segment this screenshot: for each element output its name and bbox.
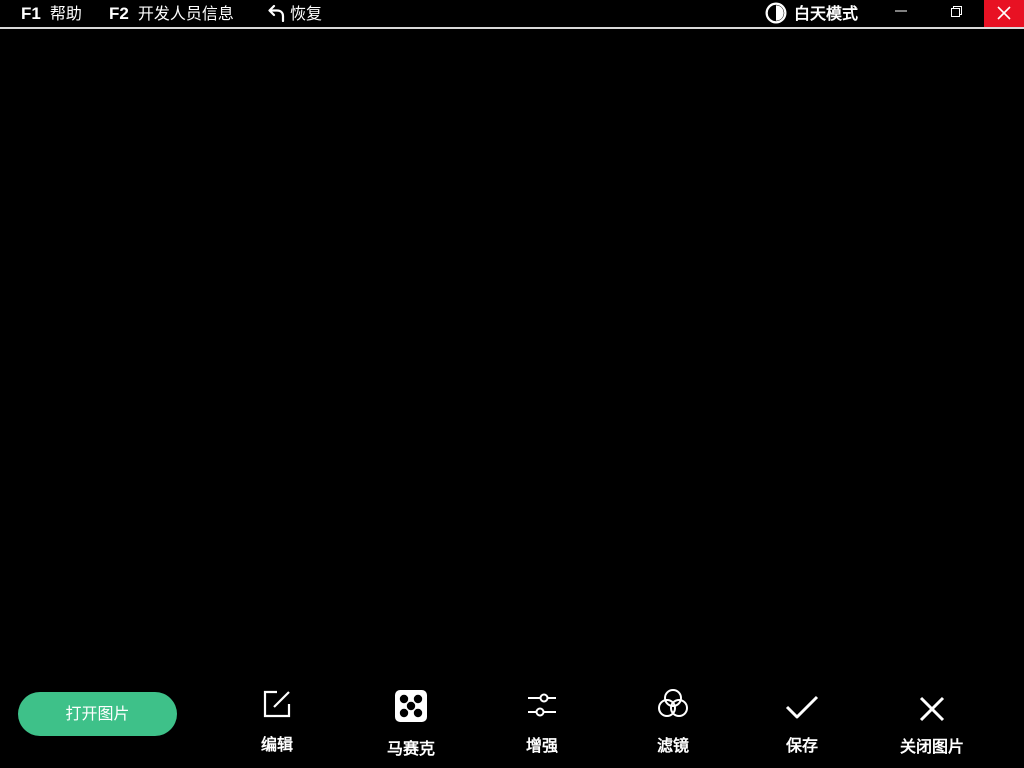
help-label: 帮助 — [49, 4, 82, 23]
close-icon — [997, 6, 1011, 20]
filter-tool-button[interactable]: 滤镜 — [628, 686, 718, 756]
close-window-button[interactable] — [984, 0, 1024, 27]
enhance-tool-button[interactable]: 增强 — [497, 686, 587, 756]
filter-icon — [658, 689, 688, 717]
sliders-icon — [528, 693, 556, 717]
help-menu[interactable]: F1 帮助 — [21, 0, 82, 27]
close-image-label: 关闭图片 — [899, 737, 964, 756]
contrast-icon — [765, 2, 787, 24]
restore-menu[interactable]: 恢复 — [268, 0, 322, 27]
day-mode-toggle[interactable]: 白天模式 — [765, 0, 858, 27]
save-tool-button[interactable]: 保存 — [757, 686, 847, 756]
developer-info-label: 开发人员信息 — [137, 4, 234, 23]
close-image-tool-button[interactable]: 关闭图片 — [887, 686, 977, 756]
restore-label: 恢复 — [290, 4, 323, 23]
minimize-icon — [895, 10, 907, 12]
help-shortcut-key: F1 — [21, 4, 41, 23]
mosaic-icon — [395, 690, 427, 722]
mosaic-label: 马赛克 — [386, 739, 435, 758]
enhance-label: 增强 — [525, 736, 558, 755]
day-mode-label: 白天模式 — [794, 4, 859, 23]
checkmark-icon — [785, 695, 819, 719]
mosaic-tool-button[interactable]: 马赛克 — [366, 686, 456, 758]
edit-icon — [263, 690, 291, 718]
restore-window-button[interactable] — [936, 0, 976, 27]
undo-arrow-icon — [268, 4, 285, 23]
edit-tool-button[interactable]: 编辑 — [232, 686, 322, 756]
title-bar: F1 帮助 F2 开发人员信息 恢复 白天模式 — [0, 0, 1024, 29]
save-label: 保存 — [785, 736, 818, 755]
restore-window-icon — [951, 6, 962, 17]
minimize-button[interactable] — [881, 0, 921, 27]
developer-info-menu[interactable]: F2 开发人员信息 — [109, 0, 234, 27]
filter-label: 滤镜 — [656, 736, 689, 755]
open-image-button[interactable]: 打开图片 — [18, 692, 177, 736]
image-canvas[interactable] — [0, 29, 1024, 684]
close-image-icon — [919, 696, 945, 722]
open-image-label: 打开图片 — [65, 704, 130, 723]
developer-shortcut-key: F2 — [109, 4, 129, 23]
edit-label: 编辑 — [260, 735, 293, 754]
